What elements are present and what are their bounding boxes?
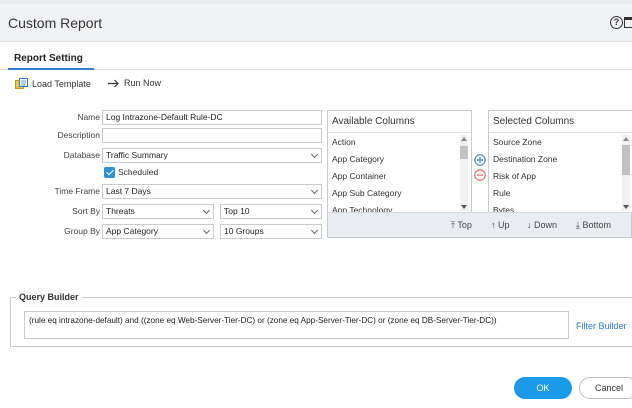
selected-columns-panel: Selected Columns Source Zone Destination… [488,110,632,215]
time-frame-label: Time Frame [54,186,101,196]
scroll-down-icon[interactable] [623,205,629,209]
ok-button[interactable]: OK [514,377,572,399]
database-value: Traffic Summary [106,150,168,160]
sort-top-value: Top 10 [224,206,250,216]
arrow-down-icon: ↓ [527,220,532,230]
scheduled-checkbox[interactable] [104,167,115,178]
move-up-button[interactable]: ↑ Up [491,220,510,230]
database-label: Database [63,150,100,160]
database-select[interactable]: Traffic Summary [102,148,322,163]
dialog-title: Custom Report [8,15,103,31]
sort-by-value: Threats [106,206,135,216]
scrollbar-thumb[interactable] [460,146,468,159]
arrow-up-icon: ↑ [491,220,496,230]
scroll-down-icon[interactable] [461,205,467,209]
toolbar: Load Template Run Now [0,78,632,94]
chevron-down-icon [310,186,319,195]
name-label: Name [77,112,100,122]
remove-column-icon[interactable] [474,169,486,181]
restore-window-icon[interactable] [624,17,632,28]
move-down-button[interactable]: ↓ Down [527,220,557,230]
scroll-up-icon[interactable] [461,137,467,141]
query-builder-legend: Query Builder [16,292,82,302]
description-field[interactable] [102,128,322,143]
sort-by-select[interactable]: Threats [102,204,214,219]
available-columns-title: Available Columns [332,116,415,127]
time-frame-value: Last 7 Days [106,186,151,196]
move-down-label: Down [534,220,558,230]
list-item[interactable]: Rule [493,188,510,198]
tab-bar: Report Setting [0,42,632,70]
time-frame-select[interactable]: Last 7 Days [102,184,322,199]
divider [328,132,471,133]
divider [489,132,632,133]
move-bottom-icon: ⤓ [576,220,580,230]
active-tab-indicator [8,68,94,70]
move-bottom-button[interactable]: ⤓ Bottom [576,220,611,231]
list-item[interactable]: Destination Zone [493,154,557,164]
move-bottom-label: Bottom [582,220,612,230]
move-top-label: Top [457,220,472,230]
sort-by-label: Sort By [72,206,100,216]
add-column-icon[interactable] [474,154,486,166]
sort-top-select[interactable]: Top 10 [220,204,322,219]
chevron-down-icon [310,206,319,215]
tab-report-setting[interactable]: Report Setting [14,53,83,64]
list-item[interactable]: App Sub Category [332,188,401,198]
chevron-down-icon [202,226,211,235]
arrow-right-icon [108,79,119,87]
list-item[interactable]: Source Zone [493,137,542,147]
group-count-select[interactable]: 10 Groups [220,224,322,239]
chevron-down-icon [202,206,211,215]
chevron-down-icon [310,150,319,159]
move-top-button[interactable]: ⤒ Top [451,220,472,231]
load-template-icon [15,78,28,89]
scrollbar-thumb[interactable] [622,145,630,175]
group-count-value: 10 Groups [224,226,264,236]
chevron-down-icon [310,226,319,235]
load-template-label: Load Template [32,78,91,89]
filter-builder-link[interactable]: Filter Builder [576,321,627,331]
column-order-bar: ⤒ Top ↑ Up ↓ Down ⤓ Bottom [327,212,632,238]
query-input[interactable]: (rule eq intrazone-default) and ((zone e… [24,311,569,339]
list-item[interactable]: App Container [332,171,386,181]
description-label: Description [57,130,100,140]
scheduled-label: Scheduled [118,167,159,177]
available-columns-panel: Available Columns Action App Category Ap… [327,110,472,215]
load-template-button[interactable]: Load Template [15,78,91,89]
group-by-select[interactable]: App Category [102,224,214,239]
run-now-label: Run Now [124,78,162,88]
move-top-icon: ⤒ [451,220,455,230]
dialog-header: Custom Report ? [0,4,632,42]
group-by-label: Group By [64,226,100,236]
move-up-label: Up [498,220,510,230]
group-by-value: App Category [106,226,158,236]
name-field[interactable]: Log Intrazone-Default Rule-DC [102,110,322,125]
list-item[interactable]: Action [332,137,356,147]
help-icon[interactable]: ? [610,16,623,29]
run-now-button[interactable]: Run Now [108,78,161,88]
list-item[interactable]: Risk of App [493,171,536,181]
scroll-up-icon[interactable] [623,137,629,141]
cancel-button[interactable]: Cancel [579,377,632,399]
list-item[interactable]: App Category [332,154,384,164]
selected-columns-title: Selected Columns [493,116,575,127]
